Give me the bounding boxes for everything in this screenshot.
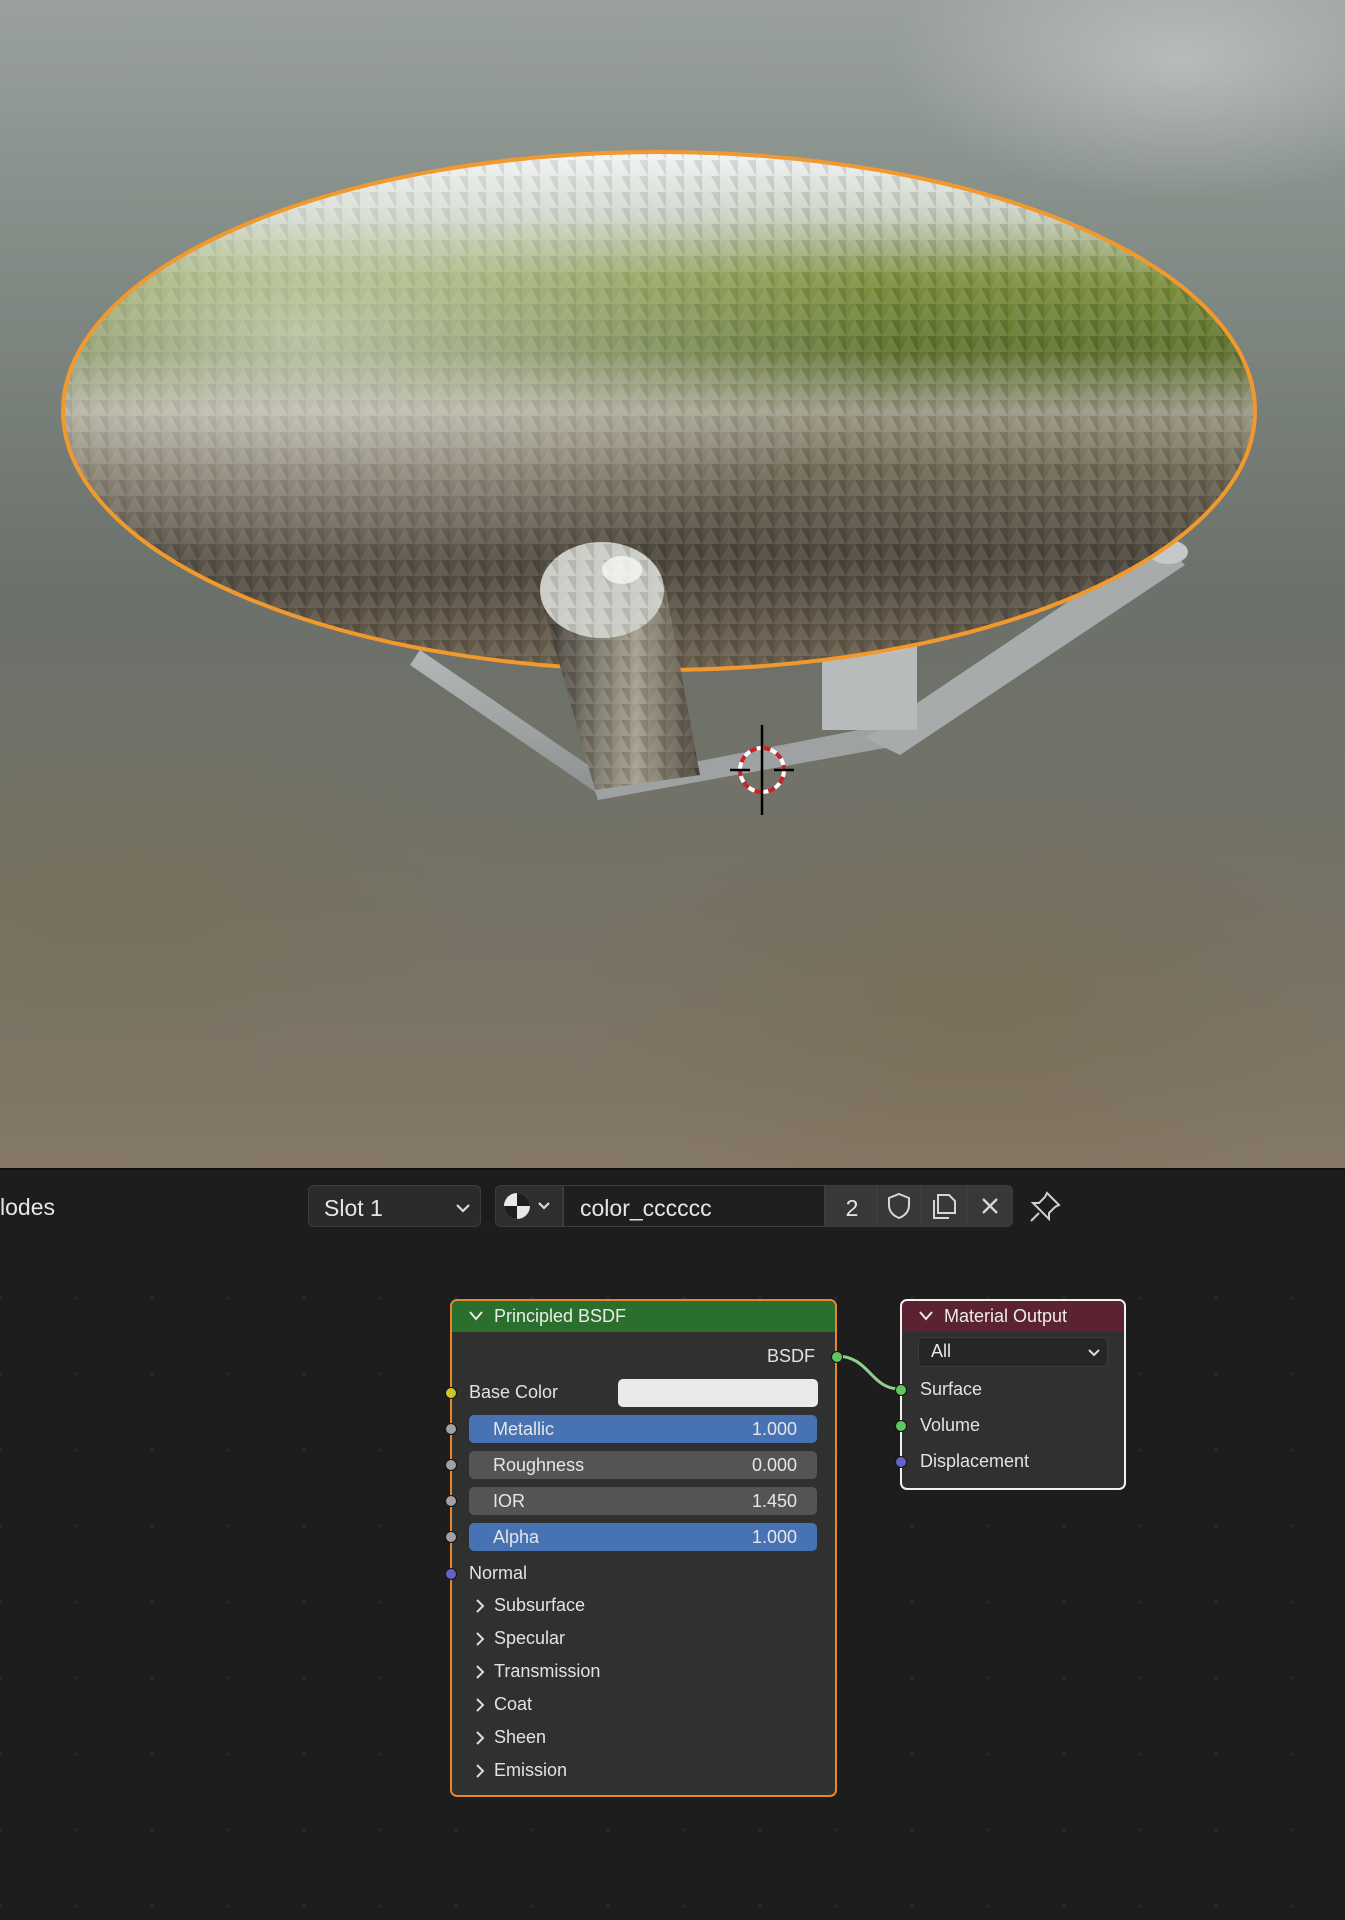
surface-label: Surface (920, 1379, 983, 1399)
alpha-socket[interactable] (445, 1531, 457, 1543)
panel-label: Subsurface (494, 1595, 586, 1615)
3d-viewport[interactable] (0, 0, 1345, 1168)
field-value: 1.000 (751, 1419, 797, 1439)
chevron-right-icon (476, 1665, 485, 1679)
duplicate-material-button[interactable] (921, 1185, 967, 1227)
browse-material-button[interactable] (495, 1185, 563, 1227)
roughness-field[interactable]: Roughness 0.000 (469, 1451, 817, 1479)
bsdf-output-label: BSDF (766, 1346, 815, 1366)
node-header[interactable]: Material Output (902, 1301, 1124, 1332)
editor-type-label[interactable]: lodes (0, 1194, 55, 1221)
field-label: Alpha (493, 1527, 540, 1547)
unlink-material-button[interactable] (967, 1185, 1013, 1227)
target-dropdown[interactable]: All (918, 1337, 1108, 1367)
field-label: Metallic (493, 1419, 555, 1439)
panel-label: Sheen (494, 1727, 547, 1747)
node-editor-header: lodes Slot 1 color_cccccc 2 (0, 1168, 1345, 1242)
node-header[interactable]: Principled BSDF (452, 1301, 835, 1332)
material-name-field[interactable]: color_cccccc (563, 1185, 825, 1227)
roughness-socket[interactable] (445, 1459, 457, 1471)
base-color-socket[interactable] (445, 1387, 457, 1399)
volume-socket[interactable] (895, 1420, 907, 1432)
3d-cursor-icon[interactable] (730, 725, 794, 815)
chevron-right-icon (476, 1632, 485, 1646)
field-value: 0.000 (751, 1455, 797, 1475)
displacement-socket[interactable] (895, 1456, 907, 1468)
material-user-count[interactable]: 2 (825, 1185, 877, 1227)
field-label: IOR (493, 1491, 526, 1511)
chevron-down-icon[interactable] (468, 1310, 484, 1322)
pin-icon[interactable] (1028, 1190, 1062, 1224)
base-color-swatch[interactable] (618, 1379, 818, 1407)
base-color-label: Base Color (469, 1382, 559, 1402)
field-value: 1.000 (751, 1527, 797, 1547)
chevron-right-icon (476, 1764, 485, 1778)
duplicate-icon (933, 1194, 956, 1219)
panel-label: Coat (494, 1694, 533, 1714)
field-label: Roughness (493, 1455, 585, 1475)
chevron-right-icon (476, 1698, 485, 1712)
field-value: 1.450 (751, 1491, 797, 1511)
alpha-field[interactable]: Alpha 1.000 (469, 1523, 817, 1551)
ior-socket[interactable] (445, 1495, 457, 1507)
node-title: Material Output (944, 1306, 1068, 1326)
chevron-right-icon (476, 1599, 485, 1613)
displacement-label: Displacement (920, 1451, 1030, 1471)
material-output-node[interactable]: Material Output All Surface Volume Displ… (895, 1299, 1126, 1490)
panel-label: Transmission (494, 1661, 601, 1681)
metallic-socket[interactable] (445, 1423, 457, 1435)
node-title: Principled BSDF (494, 1306, 627, 1326)
chevron-down-icon (1088, 1349, 1100, 1357)
bsdf-output-socket[interactable] (831, 1351, 843, 1363)
panel-label: Emission (494, 1760, 568, 1780)
viewport-scene (61, 150, 1257, 815)
user-count: 2 (845, 1195, 859, 1221)
normal-socket[interactable] (445, 1568, 457, 1580)
slot-label: Slot 1 (324, 1195, 383, 1221)
chevron-down-icon[interactable] (918, 1310, 934, 1322)
target-value: All (931, 1341, 952, 1361)
material-sphere-icon (504, 1193, 550, 1219)
normal-label: Normal (469, 1563, 528, 1583)
material-slot-dropdown[interactable]: Slot 1 (308, 1185, 481, 1227)
material-name: color_cccccc (580, 1195, 712, 1221)
chevron-right-icon (476, 1731, 485, 1745)
material-datablock-selector: color_cccccc 2 (495, 1185, 1013, 1227)
fake-user-button[interactable] (877, 1185, 921, 1227)
panel-label: Specular (494, 1628, 566, 1648)
ior-field[interactable]: IOR 1.450 (469, 1487, 817, 1515)
close-icon (982, 1198, 998, 1214)
principled-bsdf-node[interactable]: Principled BSDF BSDF Base Color Metallic… (445, 1299, 843, 1797)
chevron-down-icon (456, 1204, 470, 1213)
node-editor-canvas[interactable]: Principled BSDF BSDF Base Color Metallic… (0, 1240, 1345, 1920)
shield-icon (888, 1192, 910, 1220)
surface-socket[interactable] (895, 1384, 907, 1396)
metallic-field[interactable]: Metallic 1.000 (469, 1415, 817, 1443)
volume-label: Volume (920, 1415, 981, 1435)
